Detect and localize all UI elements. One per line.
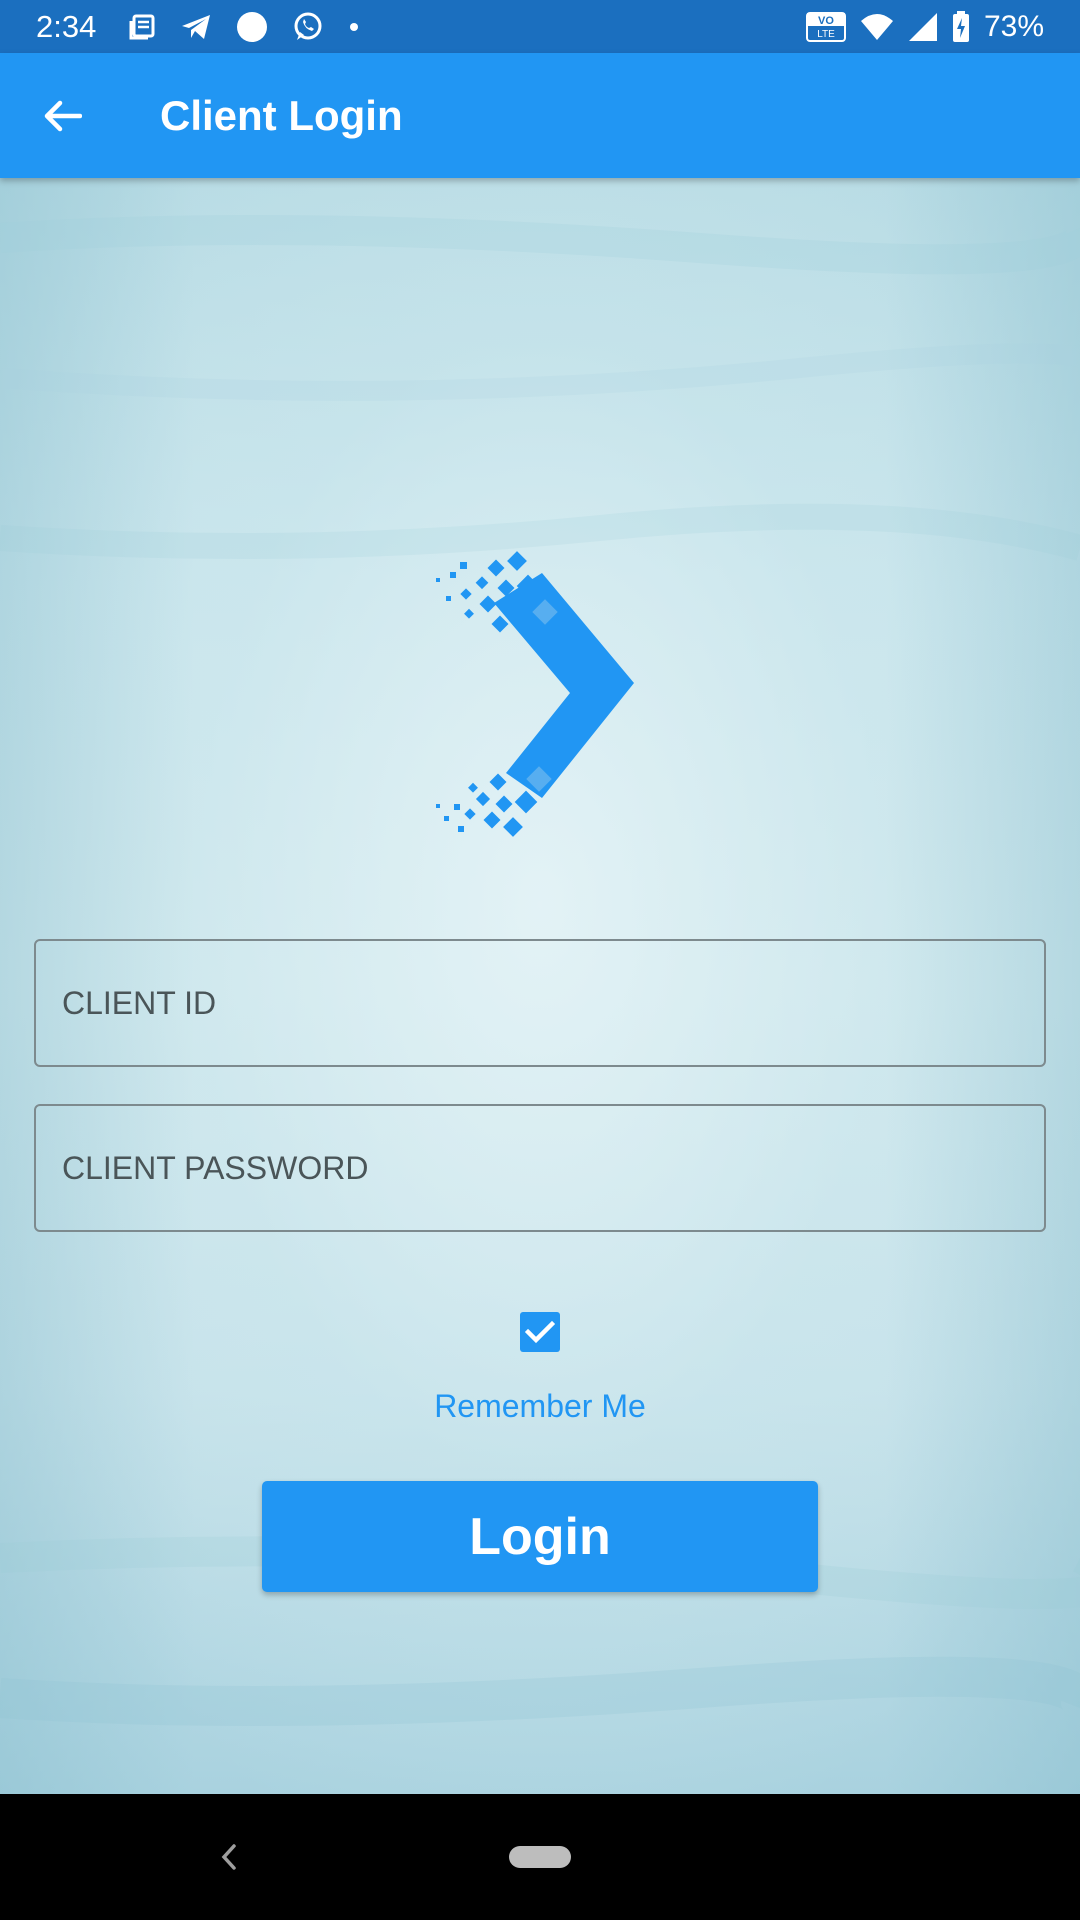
whatsapp-icon [292,11,324,43]
back-button[interactable] [0,53,124,178]
nav-back-button[interactable] [214,1832,244,1882]
client-password-input[interactable] [62,1106,1044,1230]
volte-text-top: VO [818,15,834,27]
volte-text-bottom: LTE [817,29,835,40]
news-icon [128,13,156,41]
client-password-field[interactable] [34,1104,1046,1232]
battery-charging-icon [952,10,970,43]
status-bar: 2:34 VO LTE 73% [0,0,1080,53]
dot-icon [348,21,360,33]
page-title: Client Login [160,91,403,139]
app-logo [436,551,634,837]
remember-me-label[interactable]: Remember Me [0,1388,1080,1425]
volte-icon: VO LTE [805,11,846,42]
telegram-icon [180,13,212,41]
chevron-left-icon [221,1844,236,1870]
login-button[interactable]: Login [262,1481,818,1592]
nav-home-pill[interactable] [509,1846,571,1868]
status-time: 2:34 [36,8,97,44]
wifi-icon [860,13,894,41]
signal-icon [908,12,938,42]
app-bar: Client Login [0,53,1080,178]
client-id-field[interactable] [34,939,1046,1067]
remember-me-checkbox[interactable] [520,1312,560,1352]
circle-icon [236,11,268,43]
client-id-input[interactable] [62,941,1044,1065]
arrow-left-icon [44,100,82,131]
battery-percent: 73% [983,9,1044,43]
navigation-bar [0,1794,1080,1920]
checkmark-icon [525,1320,555,1344]
login-content: Remember Me Login [0,178,1080,1794]
